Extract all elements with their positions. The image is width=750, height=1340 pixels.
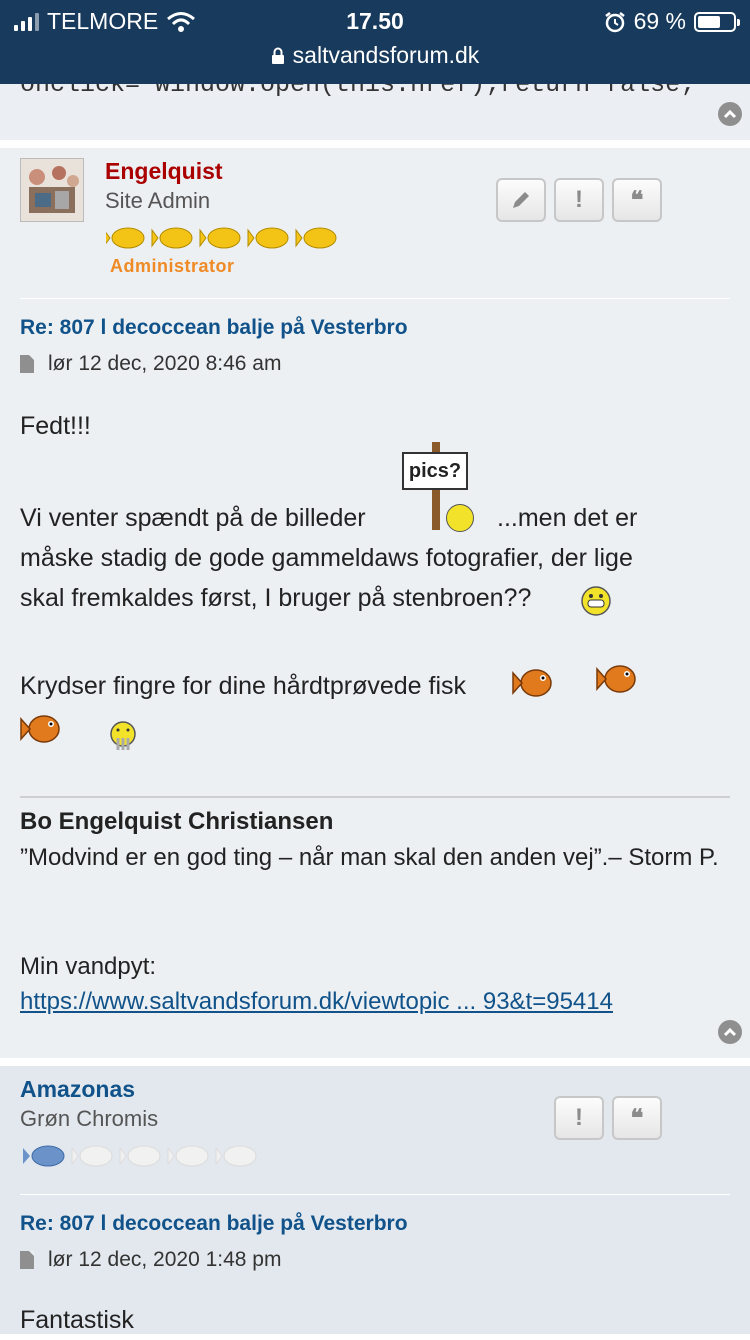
status-bar: TELMORE 17.50 69 % saltvandsforum.dk	[0, 0, 750, 84]
admin-badge: Administrator	[110, 256, 235, 276]
status-right: 69 %	[604, 8, 740, 35]
quote-button[interactable]: ❝	[612, 1096, 662, 1140]
post-text-line: Fantastisk	[20, 1306, 134, 1334]
grin-emoji	[581, 586, 611, 616]
report-button[interactable]: !	[554, 178, 604, 222]
signature-divider	[20, 796, 730, 798]
battery-percent: 69 %	[633, 8, 686, 34]
post: Amazonas Grøn Chromis ! ❝ Re: 807 l deco…	[0, 1066, 750, 1334]
post-actions: ! ❝	[496, 178, 662, 222]
post-text-line: måske stadig de gode gammeldaws fotograf…	[20, 544, 633, 572]
fish-emoji	[512, 669, 552, 697]
divider	[20, 298, 730, 299]
post-text-line: Krydser fingre for dine hårdtprøvede fis…	[20, 672, 467, 700]
quote-button[interactable]: ❝	[612, 178, 662, 222]
post-text-line: ...men det er	[497, 504, 638, 532]
post-title[interactable]: Re: 807 l decoccean balje på Vesterbro	[20, 316, 408, 340]
divider	[20, 1194, 730, 1195]
previous-post-tail: onclick="window.open(this.href);return f…	[0, 84, 750, 140]
sign-text: pics?	[402, 452, 468, 490]
report-button[interactable]: !	[554, 1096, 604, 1140]
pics-sign-emoji: pics?	[402, 442, 488, 532]
post-meta: lør 12 dec, 2020 1:48 pm	[20, 1248, 281, 1272]
post-meta: lør 12 dec, 2020 8:46 am	[20, 352, 281, 376]
rank-fish-icon	[23, 1145, 257, 1167]
post-text-line: Vi venter spændt på de billeder	[20, 504, 366, 532]
address-bar[interactable]: saltvandsforum.dk	[0, 42, 750, 69]
edit-icon	[513, 192, 529, 208]
post-date: lør 12 dec, 2020 1:48 pm	[48, 1248, 282, 1271]
post-icon	[20, 1251, 34, 1269]
fish-emoji	[596, 665, 636, 693]
quote-icon: ❝	[630, 186, 644, 214]
alarm-icon	[604, 11, 625, 32]
signature-link[interactable]: https://www.saltvandsforum.dk/viewtopic …	[20, 988, 613, 1016]
report-icon: !	[575, 186, 583, 213]
signature-label: Min vandpyt:	[20, 953, 157, 980]
report-icon: !	[575, 1104, 583, 1131]
user-rank: Grøn Chromis	[20, 1106, 159, 1131]
post: Engelquist Site Admin Administrator ! ❝ …	[0, 148, 750, 1058]
post-gap	[0, 140, 750, 148]
signature-name: Bo Engelquist Christiansen	[20, 808, 334, 835]
signature-quote: ”Modvind er en god ting – når man skal d…	[20, 844, 719, 871]
lock-icon	[271, 47, 284, 64]
fingers-crossed-emoji	[110, 721, 136, 750]
back-to-top-icon[interactable]	[718, 102, 742, 126]
avatar[interactable]	[20, 158, 84, 222]
user-rank: Site Admin	[105, 188, 211, 213]
post-title[interactable]: Re: 807 l decoccean balje på Vesterbro	[20, 1212, 408, 1236]
fish-emoji	[20, 715, 60, 743]
post-text-line: Fedt!!!	[20, 412, 91, 440]
edit-button[interactable]	[496, 178, 546, 222]
post-actions: ! ❝	[554, 1096, 662, 1140]
post-icon	[20, 355, 34, 373]
post-text-line: skal fremkaldes først, I bruger på stenb…	[20, 584, 532, 612]
cutoff-text: onclick="window.open(this.href);return f…	[20, 84, 711, 99]
url-text: saltvandsforum.dk	[292, 42, 480, 68]
battery-icon	[694, 11, 740, 32]
post-author[interactable]: Engelquist	[105, 158, 223, 185]
quote-icon: ❝	[630, 1104, 644, 1132]
back-to-top-icon[interactable]	[718, 1020, 742, 1044]
rank-fish-icon	[106, 227, 337, 249]
post-date: lør 12 dec, 2020 8:46 am	[48, 352, 282, 375]
post-author[interactable]: Amazonas	[20, 1076, 135, 1103]
